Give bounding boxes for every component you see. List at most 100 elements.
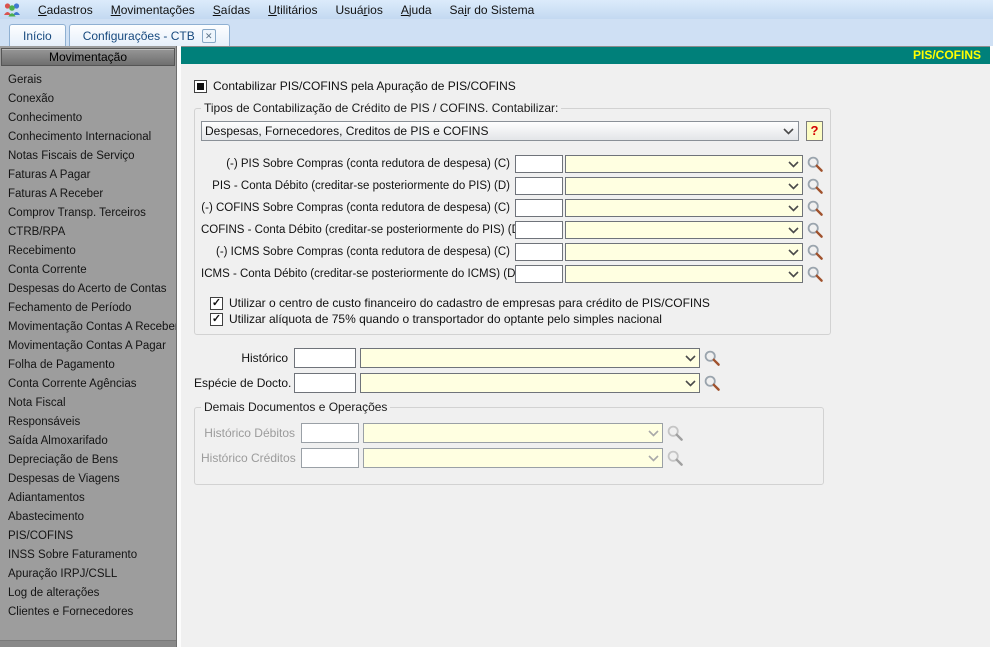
account-select[interactable] (565, 243, 803, 261)
chevron-down-icon (782, 127, 795, 135)
account-row-label: (-) ICMS Sobre Compras (conta redutora d… (216, 246, 510, 258)
main-panel: PIS/COFINS Contabilizar PIS/COFINS pela … (181, 46, 990, 647)
users-app-icon (4, 3, 20, 17)
sidebar-item[interactable]: Movimentação Contas A Pagar (0, 337, 176, 356)
centro-custo-checkbox[interactable] (210, 296, 223, 310)
sidebar-item[interactable]: Gerais (0, 71, 176, 90)
sidebar-item[interactable]: Saída Almoxarifado (0, 432, 176, 451)
sidebar-item[interactable]: Comprov Transp. Terceiros (0, 204, 176, 223)
account-row-label: PIS - Conta Débito (creditar-se posterio… (212, 180, 510, 192)
historico-code-input-disabled (301, 448, 359, 468)
menu-item[interactable]: Utilitários (259, 3, 326, 17)
menu-item[interactable]: Usuários (326, 3, 391, 17)
sidebar-item[interactable]: Clientes e Fornecedores (0, 603, 176, 622)
chevron-down-icon (787, 160, 800, 168)
account-row: (-) COFINS Sobre Compras (conta redutora… (201, 198, 824, 218)
sidebar-item[interactable]: Conexão (0, 90, 176, 109)
sidebar-item[interactable]: Log de alterações (0, 584, 176, 603)
search-icon[interactable] (806, 177, 824, 195)
sidebar-item[interactable]: Conta Corrente Agências (0, 375, 176, 394)
especie-docto-code-input[interactable] (294, 373, 356, 393)
account-row: PIS - Conta Débito (creditar-se posterio… (201, 176, 824, 196)
sidebar-item[interactable]: Movimentação Contas A Receber (0, 318, 176, 337)
account-row-label: (-) PIS Sobre Compras (conta redutora de… (226, 158, 510, 170)
sidebar-item[interactable]: Responsáveis (0, 413, 176, 432)
sidebar-item[interactable]: Faturas A Pagar (0, 166, 176, 185)
historico-select[interactable] (360, 348, 700, 368)
tipo-contabilizacao-select[interactable]: Despesas, Fornecedores, Creditos de PIS … (201, 121, 799, 141)
menu-item[interactable]: Movimentações (102, 3, 204, 17)
sidebar-item[interactable]: Conhecimento (0, 109, 176, 128)
historico-label: Histórico (241, 351, 288, 365)
sidebar-item[interactable]: Recebimento (0, 242, 176, 261)
menu-item[interactable]: Cadastros (29, 3, 102, 17)
account-select[interactable] (565, 265, 803, 283)
row-label: Histórico Créditos (201, 451, 296, 465)
sidebar-item[interactable]: Fechamento de Período (0, 299, 176, 318)
sidebar-item[interactable]: Notas Fiscais de Serviço (0, 147, 176, 166)
sidebar-item[interactable]: Folha de Pagamento (0, 356, 176, 375)
search-icon[interactable] (703, 349, 721, 367)
sidebar-header[interactable]: Movimentação (1, 48, 175, 66)
account-code-input[interactable] (515, 265, 563, 283)
sidebar-item[interactable]: Adiantamentos (0, 489, 176, 508)
historico-code-input-disabled (301, 423, 359, 443)
account-select[interactable] (565, 155, 803, 173)
especie-docto-select[interactable] (360, 373, 700, 393)
sidebar-item[interactable]: Depreciação de Bens (0, 451, 176, 470)
historico-select-disabled (363, 448, 663, 468)
historico-code-input[interactable] (294, 348, 356, 368)
chevron-down-icon (647, 429, 660, 437)
account-select[interactable] (565, 199, 803, 217)
tipos-contabilizacao-groupbox: Tipos de Contabilização de Crédito de PI… (194, 101, 831, 335)
sidebar-item[interactable]: PIS/COFINS (0, 527, 176, 546)
menu-item[interactable]: Ajuda (392, 3, 441, 17)
menu-item[interactable]: Saídas (204, 3, 259, 17)
historico-select-disabled (363, 423, 663, 443)
search-icon[interactable] (806, 199, 824, 217)
account-select[interactable] (565, 221, 803, 239)
sidebar-item[interactable]: Nota Fiscal (0, 394, 176, 413)
chevron-down-icon (684, 354, 697, 362)
sidebar-item[interactable]: CTRB/RPA (0, 223, 176, 242)
sidebar-horizontal-scrollbar[interactable] (0, 640, 176, 647)
contabilizar-pis-cofins-checkbox[interactable] (194, 79, 207, 93)
account-code-input[interactable] (515, 243, 563, 261)
disabled-historico-row: Histórico Débitos (201, 422, 817, 444)
search-icon (667, 425, 683, 441)
close-icon[interactable]: ✕ (201, 28, 216, 43)
chevron-down-icon (787, 270, 800, 278)
tab-inicio[interactable]: Início (9, 24, 66, 46)
groupbox-legend: Demais Documentos e Operações (204, 400, 388, 414)
account-code-input[interactable] (515, 199, 563, 217)
sidebar-item[interactable]: INSS Sobre Faturamento (0, 546, 176, 565)
especie-docto-label: Espécie de Docto. (194, 376, 292, 390)
account-select[interactable] (565, 177, 803, 195)
account-code-input[interactable] (515, 177, 563, 195)
tab-configuracoes-ctb[interactable]: Configurações - CTB ✕ (68, 24, 230, 46)
sidebar-item[interactable]: Conhecimento Internacional (0, 128, 176, 147)
account-row: (-) ICMS Sobre Compras (conta redutora d… (201, 242, 824, 262)
sidebar-item[interactable]: Apuração IRPJ/CSLL (0, 565, 176, 584)
menu-item[interactable]: Sair do Sistema (441, 3, 544, 17)
aliquota-75-checkbox[interactable] (210, 312, 223, 326)
account-code-input[interactable] (515, 155, 563, 173)
groupbox-legend: Tipos de Contabilização de Crédito de PI… (204, 101, 559, 115)
search-icon[interactable] (703, 374, 721, 392)
sidebar-item[interactable]: Conta Corrente (0, 261, 176, 280)
sidebar-item[interactable]: Despesas de Viagens (0, 470, 176, 489)
search-icon[interactable] (806, 155, 824, 173)
account-code-input[interactable] (515, 221, 563, 239)
help-button[interactable]: ? (806, 121, 823, 141)
sidebar-item[interactable]: Faturas A Receber (0, 185, 176, 204)
account-row: (-) PIS Sobre Compras (conta redutora de… (201, 154, 824, 174)
chevron-down-icon (787, 182, 800, 190)
disabled-historico-row: Histórico Créditos (201, 447, 817, 469)
search-icon[interactable] (806, 243, 824, 261)
search-icon[interactable] (806, 221, 824, 239)
sidebar-item[interactable]: Abastecimento (0, 508, 176, 527)
menu-bar: Cadastros Movimentações Saídas Utilitári… (0, 0, 993, 19)
sidebar-movimentacao: Movimentação Gerais Conexão Conhecimento… (0, 46, 177, 647)
search-icon[interactable] (806, 265, 824, 283)
sidebar-item[interactable]: Despesas do Acerto de Contas (0, 280, 176, 299)
